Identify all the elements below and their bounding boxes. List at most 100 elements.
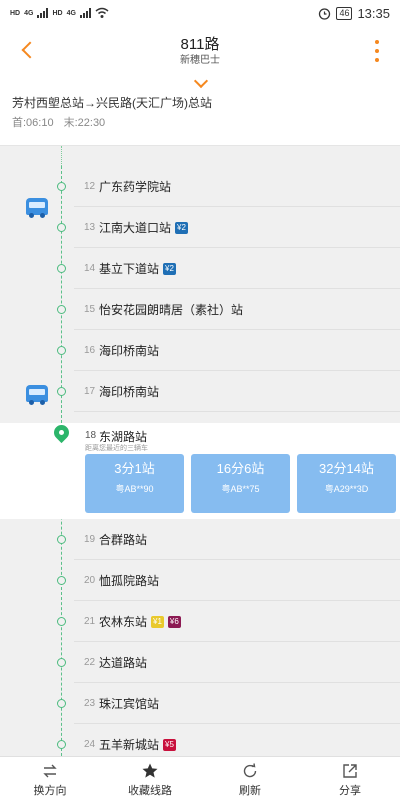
stop-name: 合群路站 xyxy=(99,531,147,548)
chevron-down-icon[interactable] xyxy=(194,78,206,90)
route-direction: 芳村西塱总站→兴民路(天汇广场)总站 xyxy=(12,96,212,110)
stop-name-text: 五羊新城站 xyxy=(99,738,160,752)
bus-plate: 粤AB**75 xyxy=(221,484,260,494)
stop-name-text: 海印桥南站 xyxy=(99,344,160,358)
bus-plate: 粤A29**3D xyxy=(324,484,369,494)
stop-number: 20 xyxy=(84,575,96,586)
status-bar: HD 4G HD 4G 46 13:35 xyxy=(0,0,400,26)
stop-number: 24 xyxy=(84,739,96,750)
arrival-eta: 32分14站 xyxy=(319,461,374,476)
location-pin-icon xyxy=(50,421,73,444)
stop-row[interactable]: 14 基立下道站 ¥2 xyxy=(0,248,400,289)
title-block: 811路 新穗巴士 xyxy=(100,36,300,68)
favorite-label: 收藏线路 xyxy=(128,785,172,797)
more-vertical-icon xyxy=(375,40,379,44)
stop-dot-icon xyxy=(57,699,66,708)
stop-row[interactable]: 16 海印桥南站 xyxy=(0,330,400,371)
stop-dot-icon xyxy=(57,346,66,355)
metro-line-badge: ¥5 xyxy=(163,738,176,751)
bus-icon[interactable] xyxy=(26,198,48,218)
stop-row[interactable]: 20 恤孤院路站 xyxy=(0,560,400,601)
metro-line-badge: ¥1 xyxy=(151,615,164,628)
stop-row[interactable]: 22 达道路站 xyxy=(0,642,400,683)
arrival-card[interactable]: 3分1站 粤AB**90 xyxy=(85,454,184,513)
stop-number: 21 xyxy=(84,616,96,627)
share-button[interactable]: 分享 xyxy=(300,757,400,800)
stop-row[interactable]: 23 珠江宾馆站 xyxy=(0,683,400,724)
stop-number: 22 xyxy=(84,657,96,668)
favorite-route-button[interactable]: 收藏线路 xyxy=(100,757,200,800)
stop-name: 海印桥南站 xyxy=(99,342,159,359)
metro-line-badge: ¥2 xyxy=(163,262,176,275)
stop-row[interactable]: 24 五羊新城站 ¥5 xyxy=(0,724,400,756)
stop-dot-icon xyxy=(57,535,66,544)
arrival-card[interactable]: 32分14站 粤A29**3D xyxy=(297,454,396,513)
stop-name-text: 基立下道站 xyxy=(99,262,160,276)
refresh-button[interactable]: 刷新 xyxy=(200,757,300,800)
header: 811路 新穗巴士 xyxy=(0,26,400,74)
refresh-icon xyxy=(243,763,257,778)
last-bus-time: 末:22:30 xyxy=(63,117,106,129)
stop-dot-icon xyxy=(57,740,66,749)
stop-number: 14 xyxy=(84,263,96,274)
stop-name-text: 珠江宾馆站 xyxy=(99,697,160,711)
share-label: 分享 xyxy=(339,785,361,797)
stop-dot-icon xyxy=(57,264,66,273)
signal-icon xyxy=(37,8,49,18)
more-menu-button[interactable] xyxy=(372,40,382,62)
stop-number: 23 xyxy=(84,698,96,709)
signal-label: 4G xyxy=(66,9,76,17)
stop-row[interactable]: 15 怡安花园朗晴居（素社）站 xyxy=(0,289,400,330)
route-title: 811路 xyxy=(180,36,220,53)
stop-name: 江南大道口站 ¥2 xyxy=(99,219,188,236)
stop-name: 基立下道站 ¥2 xyxy=(99,260,176,277)
arrival-eta: 16分6站 xyxy=(216,461,265,476)
stop-row[interactable]: 21 农林东站 ¥1 ¥6 xyxy=(0,601,400,642)
arrival-card[interactable]: 16分6站 粤AB**75 xyxy=(191,454,290,513)
stop-name: 农林东站 ¥1 ¥6 xyxy=(99,613,181,630)
route-operator: 新穗巴士 xyxy=(180,55,220,66)
stop-number: 12 xyxy=(84,181,96,192)
stop-name: 珠江宾馆站 xyxy=(99,695,159,712)
stop-dot-icon xyxy=(57,576,66,585)
stop-name-text: 达道路站 xyxy=(99,656,148,670)
share-icon xyxy=(343,764,357,778)
battery-indicator: 46 xyxy=(336,6,353,20)
refresh-label: 刷新 xyxy=(239,785,261,797)
stop-row[interactable]: 13 江南大道口站 ¥2 xyxy=(0,207,400,248)
stop-number: 16 xyxy=(84,345,96,356)
bus-plate: 粤AB**90 xyxy=(115,484,154,494)
stop-number: 18 xyxy=(85,430,97,441)
signal-label: 4G xyxy=(24,9,34,17)
stop-name: 广东药学院站 xyxy=(99,178,171,195)
network-label: HD xyxy=(10,9,21,17)
stop-name-text: 广东药学院站 xyxy=(99,180,172,194)
stop-dot-icon xyxy=(57,305,66,314)
stop-name: 五羊新城站 ¥5 xyxy=(99,736,176,753)
stop-row[interactable]: 17 海印桥南站 xyxy=(0,371,400,412)
alarm-icon xyxy=(319,7,331,20)
current-stop: 18 东湖路站 距离您最近的三辆车 3分1站 粤AB**90 16分6站 粤AB… xyxy=(0,421,400,519)
stop-name: 怡安花园朗晴居（素社）站 xyxy=(99,301,243,318)
arrival-cards: 3分1站 粤AB**90 16分6站 粤AB**75 32分14站 粤A29**… xyxy=(85,454,396,513)
service-times: 首:06:10 末:22:30 xyxy=(12,114,105,130)
stop-number: 19 xyxy=(84,534,96,545)
clock: 13:35 xyxy=(357,5,390,21)
stop-row[interactable]: 12 广东药学院站 xyxy=(0,166,400,207)
stop-name-text: 合群路站 xyxy=(99,533,148,547)
first-bus-time: 首:06:10 xyxy=(12,117,54,129)
back-button[interactable] xyxy=(18,38,42,62)
stop-dot-icon xyxy=(57,223,66,232)
stop-dot-icon xyxy=(57,617,66,626)
bus-icon[interactable] xyxy=(26,385,48,405)
bottom-toolbar: 换方向 收藏线路 刷新 分享 xyxy=(0,756,400,800)
stop-list[interactable]: 12 广东药学院站 13 江南大道口站 ¥2 14 基立下道站 ¥2 15 怡安花园朗晴居（素社）… xyxy=(0,146,400,756)
stop-name: 恤孤院路站 xyxy=(99,572,159,589)
reverse-direction-button[interactable]: 换方向 xyxy=(0,757,100,800)
stop-row[interactable]: 19 合群路站 xyxy=(0,519,400,560)
arrival-eta: 3分1站 xyxy=(114,461,155,476)
stop-name: 海印桥南站 xyxy=(99,383,159,400)
stop-number: 17 xyxy=(84,386,96,397)
stop-dot-icon xyxy=(57,182,66,191)
stop-number: 13 xyxy=(84,222,96,233)
